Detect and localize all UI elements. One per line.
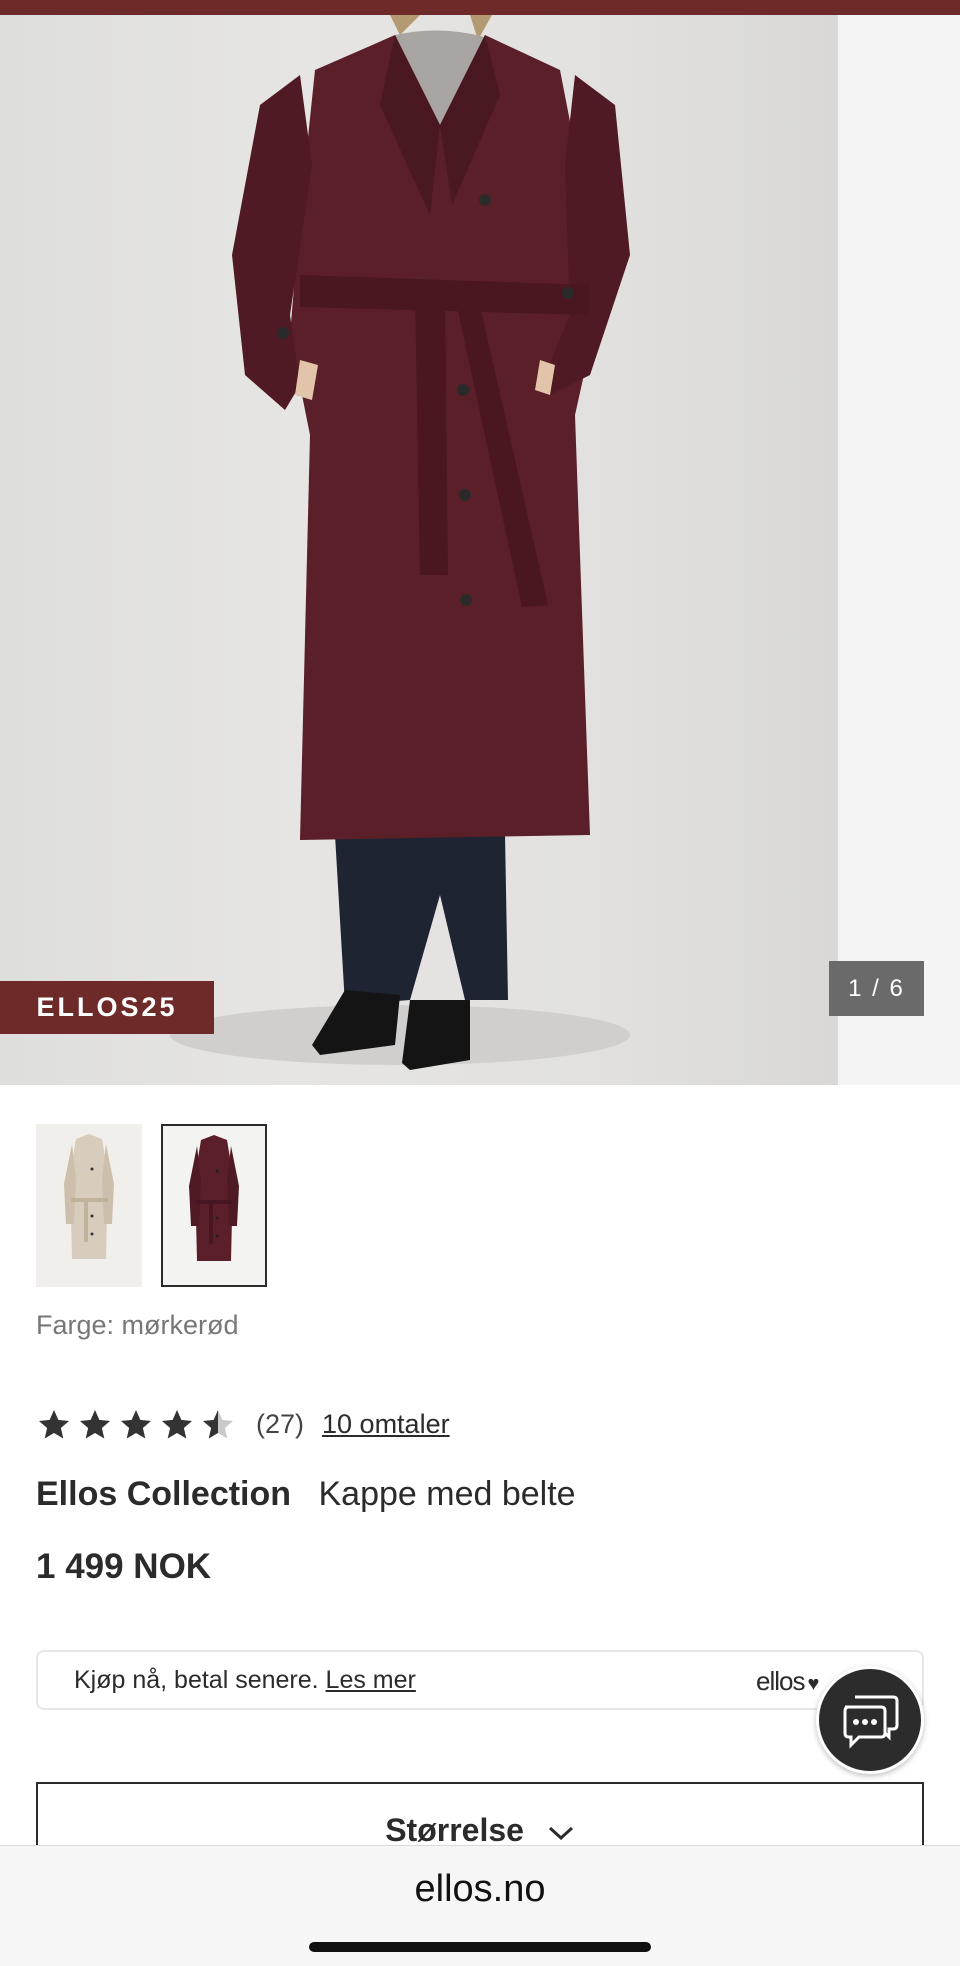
star-full-icon [162, 1409, 192, 1438]
color-thumbnail-dark-red[interactable] [161, 1124, 267, 1287]
product-price: 1 499 NOK [36, 1547, 212, 1586]
ellos-logo: ellos ♥ [756, 1652, 819, 1713]
star-full-icon [121, 1409, 151, 1438]
promo-code-badge: ELLOS25 [0, 981, 214, 1034]
chat-button[interactable] [816, 1666, 924, 1774]
chevron-down-icon [548, 1826, 573, 1840]
pay-later-text-row: Kjøp nå, betal senere. Les mer [74, 1652, 416, 1708]
product-name: Kappe med belte [318, 1475, 576, 1513]
chat-bubble-icon [843, 1695, 899, 1749]
size-selector-label: Størrelse [385, 1812, 524, 1848]
product-title: Ellos Collection Kappe med belte [36, 1475, 576, 1514]
product-brand[interactable]: Ellos Collection [36, 1475, 291, 1513]
size-selector-label-row: Størrelse [38, 1812, 922, 1849]
star-full-icon [80, 1409, 110, 1438]
product-rating[interactable]: (27) 10 omtaler [36, 1402, 450, 1447]
pay-later-banner: Kjøp nå, betal senere. Les mer ellos ♥ [36, 1650, 924, 1710]
coat-model-illustration [170, 15, 630, 1070]
star-half-icon [203, 1409, 233, 1438]
next-image-peek[interactable] [838, 15, 960, 1085]
top-accent-bar [0, 0, 960, 15]
beige-coat-thumbnail-image [64, 1134, 114, 1259]
browser-address-bar[interactable]: ellos.no [0, 1845, 960, 1966]
star-full-icon [39, 1409, 69, 1438]
home-indicator [309, 1942, 651, 1952]
dark-red-coat-thumbnail-image [189, 1135, 239, 1261]
selected-color-label: Farge: mørkerød [36, 1310, 239, 1340]
ellos-logo-text: ellos [756, 1666, 805, 1696]
image-counter: 1 / 6 [829, 961, 924, 1016]
rating-stars [36, 1407, 236, 1443]
pay-later-text: Kjøp nå, betal senere. [74, 1666, 319, 1694]
product-image-carousel[interactable]: ELLOS25 1 / 6 [0, 15, 960, 1085]
product-main-image[interactable] [0, 15, 838, 1085]
reviews-link[interactable]: 10 omtaler [322, 1409, 450, 1440]
rating-count: (27) [256, 1409, 305, 1439]
heart-icon: ♥ [807, 1673, 819, 1695]
pay-later-read-more-link[interactable]: Les mer [326, 1666, 416, 1694]
url-text[interactable]: ellos.no [0, 1868, 960, 1911]
color-thumbnail-beige[interactable] [36, 1124, 142, 1287]
